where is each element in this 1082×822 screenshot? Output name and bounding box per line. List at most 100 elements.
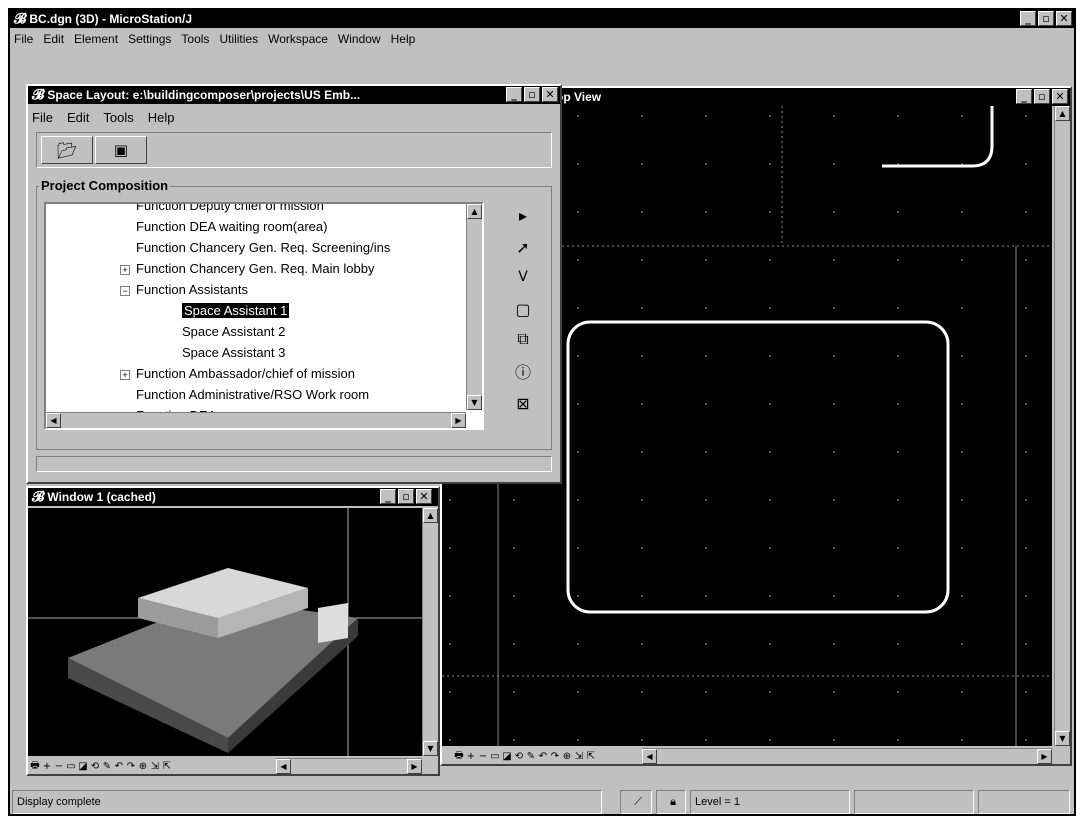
copy-view-icon[interactable]: ⊕: [562, 751, 572, 762]
zoom-in-icon[interactable]: +: [466, 751, 476, 762]
scroll-down-button[interactable]: ▼: [467, 395, 482, 410]
zoom-out-icon[interactable]: −: [478, 751, 488, 762]
scroll-left-button[interactable]: ◀: [46, 413, 61, 428]
scroll-up-button[interactable]: ▲: [423, 508, 438, 523]
menu-tools[interactable]: Tools: [181, 32, 209, 46]
scroll-right-button[interactable]: ▶: [451, 413, 466, 428]
space-menu-edit[interactable]: Edit: [67, 110, 89, 125]
space-menu-help[interactable]: Help: [148, 110, 175, 125]
scroll-left-button[interactable]: ◀: [642, 749, 657, 764]
rotate-view-icon[interactable]: ⟲: [514, 751, 524, 762]
collapse-icon[interactable]: −: [120, 285, 130, 296]
menu-element[interactable]: Element: [74, 32, 118, 46]
open-folder-button[interactable]: 📂︎: [41, 136, 93, 164]
space-menu-tools[interactable]: Tools: [103, 110, 133, 125]
space-layout-minimize-button[interactable]: _: [506, 87, 522, 102]
tree-item[interactable]: Function Chancery Gen. Req. Screening/in…: [136, 240, 390, 255]
view-previous-icon[interactable]: ↶: [538, 751, 548, 762]
tree-vscroll[interactable]: ▲ ▼: [466, 204, 482, 410]
rotate-view-icon[interactable]: ⟲: [90, 761, 100, 772]
menu-edit[interactable]: Edit: [43, 32, 64, 46]
pan-view-icon[interactable]: ✎: [526, 751, 536, 762]
view-previous-icon[interactable]: ↶: [114, 761, 124, 772]
space-menu-file[interactable]: File: [32, 110, 53, 125]
space-layout-close-button[interactable]: ✕: [542, 87, 558, 102]
space-layout-titlebar[interactable]: 𝓑 Space Layout: e:\buildingcomposer\proj…: [28, 86, 560, 104]
clip-volume-icon[interactable]: ⇱: [586, 751, 596, 762]
fit-view-icon[interactable]: ◪: [502, 751, 512, 762]
scroll-up-button[interactable]: ▲: [1055, 106, 1070, 121]
app-titlebar[interactable]: 𝓑 BC.dgn (3D) - MicroStation/J _ ▫ ✕: [10, 10, 1074, 28]
expand-arrow-icon[interactable]: ▸: [510, 202, 536, 228]
place-space-icon[interactable]: ⧉: [510, 326, 536, 352]
scroll-left-button[interactable]: ◀: [276, 759, 291, 774]
copy-view-icon[interactable]: ⊕: [138, 761, 148, 772]
top-view-vscroll[interactable]: ▲ ▼: [1054, 106, 1070, 746]
top-view-close-button[interactable]: ✕: [1052, 89, 1068, 104]
window1-vscroll[interactable]: ▲ ▼: [422, 508, 438, 756]
menu-help[interactable]: Help: [391, 32, 416, 46]
level-indicator[interactable]: Level = 1: [690, 790, 850, 814]
tree-item[interactable]: Function DEA waiting room(area): [136, 219, 327, 234]
snap-mode-indicator[interactable]: ⟋: [620, 790, 652, 814]
camera-icon[interactable]: ⇲: [150, 761, 160, 772]
top-view-minimize-button[interactable]: _: [1016, 89, 1032, 104]
scroll-right-button[interactable]: ▶: [1037, 749, 1052, 764]
top-view-hscroll[interactable]: ◀ ▶: [642, 748, 1052, 764]
clip-volume-icon[interactable]: ⇱: [162, 761, 172, 772]
info-icon[interactable]: ⓘ: [510, 358, 536, 384]
view-next-icon[interactable]: ↷: [550, 751, 560, 762]
print-icon[interactable]: 🖶: [30, 758, 40, 775]
space-layout-restore-button[interactable]: ▫: [524, 87, 540, 102]
tree-item[interactable]: Function Deputy chief of mission: [136, 204, 324, 213]
window1-minimize-button[interactable]: _: [380, 489, 396, 504]
camera-icon[interactable]: ⇲: [574, 751, 584, 762]
select-arrow-icon[interactable]: ➚: [510, 234, 536, 260]
window1-close-button[interactable]: ✕: [416, 489, 432, 504]
scroll-down-button[interactable]: ▼: [423, 741, 438, 756]
expand-icon[interactable]: +: [120, 264, 130, 275]
scroll-right-button[interactable]: ▶: [407, 759, 422, 774]
window1-restore-button[interactable]: ▫: [398, 489, 414, 504]
tree-item[interactable]: Space Assistant 1: [180, 302, 291, 319]
expand-icon[interactable]: +: [120, 369, 130, 380]
tree-item[interactable]: + Function Chancery Gen. Req. Main lobby: [120, 261, 374, 276]
tree-item[interactable]: + Function Ambassador/chief of mission: [120, 366, 355, 381]
rectangle-icon[interactable]: ▢: [510, 296, 536, 322]
window-area-icon[interactable]: ▭: [490, 751, 500, 762]
scroll-down-button[interactable]: ▼: [1055, 731, 1070, 746]
fit-view-icon[interactable]: ◪: [78, 761, 88, 772]
project-composition-tree[interactable]: Function Deputy chief of mission Function…: [44, 202, 484, 430]
save-button[interactable]: ▣: [95, 136, 147, 164]
lock-indicator[interactable]: 🔒︎: [656, 790, 686, 814]
top-view-restore-button[interactable]: ▫: [1034, 89, 1050, 104]
delete-icon[interactable]: ⊠: [510, 390, 536, 416]
menu-utilities[interactable]: Utilities: [219, 32, 258, 46]
scroll-up-button[interactable]: ▲: [467, 204, 482, 219]
tree-item[interactable]: Space Assistant 3: [182, 345, 285, 360]
window1-canvas[interactable]: [28, 508, 422, 756]
zoom-out-icon[interactable]: −: [54, 761, 64, 772]
zoom-in-icon[interactable]: +: [42, 761, 52, 772]
menu-settings[interactable]: Settings: [128, 32, 171, 46]
window1-hscroll[interactable]: ◀ ▶: [276, 758, 422, 774]
minimize-button[interactable]: _: [1020, 11, 1036, 26]
close-button[interactable]: ✕: [1056, 11, 1072, 26]
view-next-icon[interactable]: ↷: [126, 761, 136, 772]
restore-button[interactable]: ▫: [1038, 11, 1054, 26]
window-area-icon[interactable]: ▭: [66, 761, 76, 772]
pan-view-icon[interactable]: ✎: [102, 761, 112, 772]
tree-item[interactable]: Space Assistant 2: [182, 324, 285, 339]
tree-item[interactable]: − Function Assistants: [120, 282, 248, 297]
check-icon[interactable]: V: [510, 264, 536, 290]
tree-item-label: Function Ambassador/chief of mission: [136, 366, 355, 381]
menu-window[interactable]: Window: [338, 32, 381, 46]
menu-workspace[interactable]: Workspace: [268, 32, 328, 46]
tree-hscroll[interactable]: ◀ ▶: [46, 412, 466, 428]
menu-file[interactable]: File: [14, 32, 33, 46]
window1-view-controls: 🖶 + − ▭ ◪ ⟲ ✎ ↶ ↷ ⊕ ⇲ ⇱: [30, 758, 172, 774]
print-icon[interactable]: 🖶: [454, 748, 464, 765]
window1-titlebar[interactable]: 𝓑 Window 1 (cached) _ ▫ ✕: [28, 488, 438, 506]
tree-item[interactable]: Function Administrative/RSO Work room: [136, 387, 369, 402]
tree-item-label: Function DEA waiting room(area): [136, 219, 328, 234]
